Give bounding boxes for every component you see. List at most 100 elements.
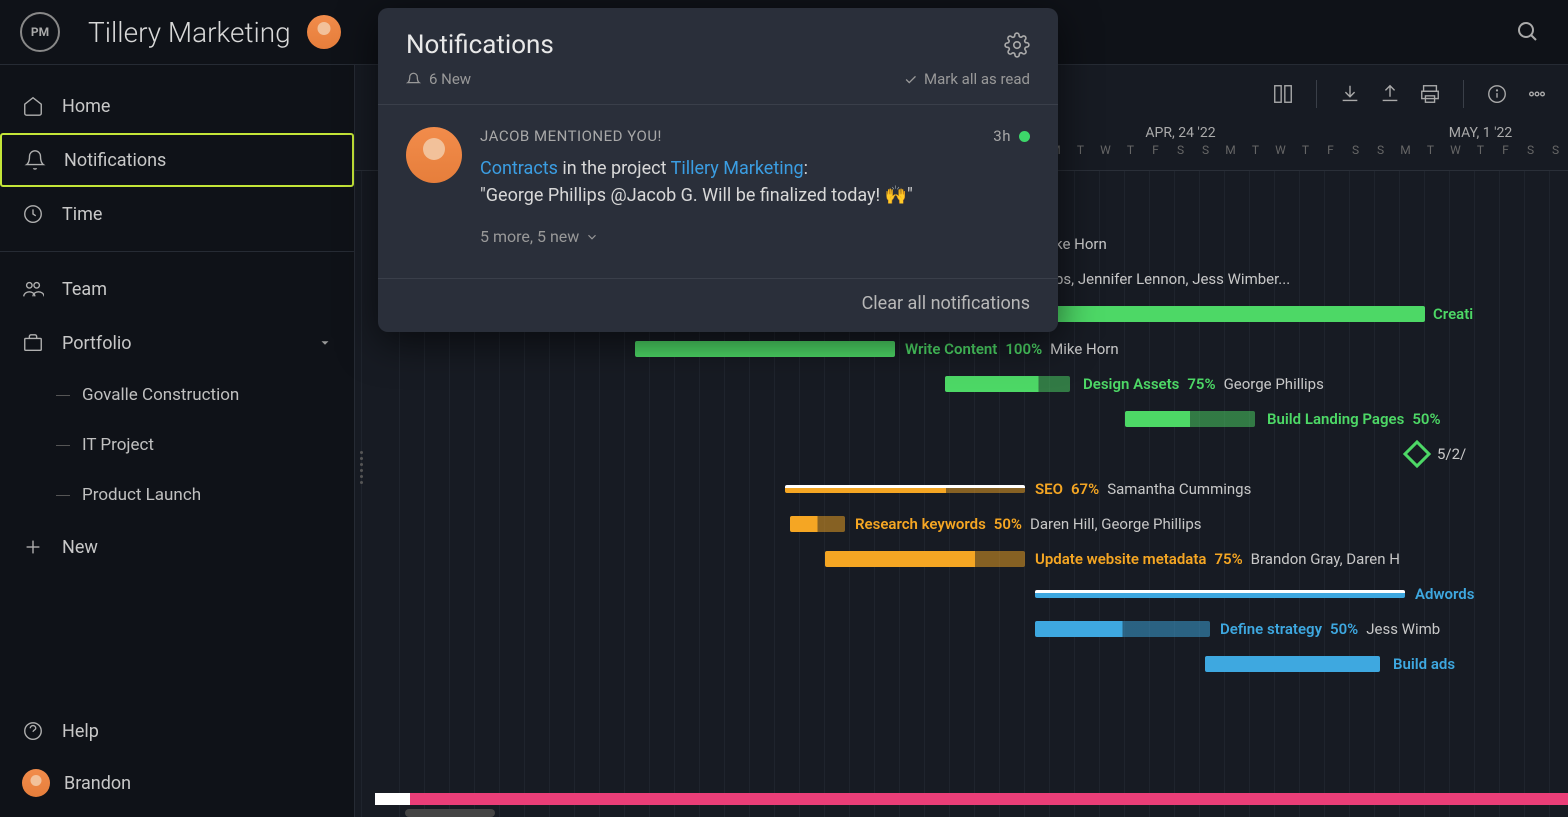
search-icon[interactable] (1516, 20, 1540, 48)
task-label: Research keywords50%Daren Hill, George P… (855, 515, 1201, 533)
chevron-down-icon (585, 230, 599, 244)
sidebar-item-new[interactable]: New (0, 520, 354, 574)
gantt-bar[interactable] (1125, 411, 1255, 427)
unread-dot-icon (1019, 131, 1030, 142)
gantt-bar[interactable] (790, 516, 845, 532)
task-label: Build ads (1393, 655, 1455, 673)
gantt-row: Build ads (375, 646, 1568, 681)
task-label: Define strategy50%Jess Wimb (1220, 620, 1440, 638)
gantt-row: Update website metadata75%Brandon Gray, … (375, 541, 1568, 576)
clear-all-notifications[interactable]: Clear all notifications (406, 279, 1030, 314)
portfolio-sub-product[interactable]: Product Launch (0, 470, 354, 520)
sidebar-label: Home (62, 96, 110, 117)
gantt-row: Design Assets75%George Phillips (375, 366, 1568, 401)
team-icon (22, 278, 44, 300)
gantt-bar[interactable] (1035, 621, 1210, 637)
notification-time: 3h (993, 127, 1011, 145)
gantt-row: SEO67%Samantha Cummings (375, 471, 1568, 506)
gantt-bar[interactable] (1055, 306, 1425, 322)
project-title: Tillery Marketing (88, 16, 291, 49)
day-header: T (1118, 143, 1143, 157)
portfolio-sub-it[interactable]: IT Project (0, 420, 354, 470)
notification-heading: JACOB MENTIONED YOU! (480, 127, 662, 145)
help-icon (22, 720, 44, 742)
gantt-bar[interactable] (1205, 656, 1380, 672)
link-project[interactable]: Tillery Marketing (671, 158, 804, 179)
mark-all-read[interactable]: Mark all as read (903, 70, 1030, 88)
task-label: SEO67%Samantha Cummings (1035, 480, 1251, 498)
portfolio-sub-govalle[interactable]: Govalle Construction (0, 370, 354, 420)
day-header: F (1318, 143, 1343, 157)
notification-avatar (406, 127, 462, 183)
info-icon[interactable] (1486, 83, 1508, 105)
gantt-row: Define strategy50%Jess Wimb (375, 611, 1568, 646)
task-label: Design Assets75%George Phillips (1083, 375, 1324, 393)
link-contracts[interactable]: Contracts (480, 158, 558, 179)
sidebar-label: Brandon (64, 773, 131, 794)
print-icon[interactable] (1419, 83, 1441, 105)
task-label: ke Horn (1055, 235, 1107, 253)
gantt-bar[interactable] (825, 551, 1025, 567)
sidebar-label: Time (62, 204, 102, 225)
day-header: W (1443, 143, 1468, 157)
sidebar-item-user[interactable]: Brandon (0, 757, 354, 809)
day-header: T (1068, 143, 1093, 157)
bell-icon (24, 149, 46, 171)
sidebar-item-portfolio[interactable]: Portfolio (0, 316, 354, 370)
day-header: M (1393, 143, 1418, 157)
gantt-bar[interactable] (785, 485, 1025, 493)
day-header: W (1268, 143, 1293, 157)
gear-icon[interactable] (1004, 32, 1030, 58)
gantt-row: Adwords (375, 576, 1568, 611)
task-label: Update website metadata75%Brandon Gray, … (1035, 550, 1400, 568)
day-header: S (1543, 143, 1568, 157)
sidebar-item-notifications[interactable]: Notifications (0, 133, 354, 187)
sidebar-label: Notifications (64, 150, 166, 171)
sidebar-label: Portfolio (62, 333, 131, 354)
day-header: S (1343, 143, 1368, 157)
sidebar-item-help[interactable]: Help (0, 705, 354, 757)
upload-icon[interactable] (1379, 83, 1401, 105)
gantt-bar[interactable] (1035, 590, 1405, 598)
day-header: T (1468, 143, 1493, 157)
chevron-down-icon (318, 336, 332, 350)
clock-icon (22, 203, 44, 225)
gantt-bar[interactable] (945, 376, 1070, 392)
sidebar-item-time[interactable]: Time (0, 187, 354, 241)
user-avatar-icon (22, 769, 50, 797)
gantt-bar[interactable] (635, 341, 895, 357)
new-count: 6 New (429, 70, 471, 88)
day-header: S (1193, 143, 1218, 157)
day-header: F (1143, 143, 1168, 157)
sidebar-item-team[interactable]: Team (0, 262, 354, 316)
logo[interactable]: PM (20, 12, 60, 52)
briefcase-icon (22, 332, 44, 354)
milestone-icon[interactable] (1403, 439, 1431, 467)
notification-more[interactable]: 5 more, 5 new (480, 227, 1030, 246)
notification-body: Contracts in the project Tillery Marketi… (480, 155, 1030, 209)
task-label: Adwords (1415, 585, 1474, 603)
notification-item[interactable]: JACOB MENTIONED YOU! 3h Contracts in the… (406, 105, 1030, 262)
download-icon[interactable] (1339, 83, 1361, 105)
horizontal-scrollbar[interactable] (405, 809, 495, 817)
task-label: Write Content100%Mike Horn (905, 340, 1119, 358)
more-icon[interactable] (1526, 83, 1548, 105)
gantt-row: Research keywords50%Daren Hill, George P… (375, 506, 1568, 541)
progress-indicator (375, 793, 1568, 805)
plus-icon (22, 536, 44, 558)
check-icon (903, 72, 918, 87)
notifications-popup: Notifications 6 New Mark all as read JAC… (378, 8, 1058, 332)
task-label: Creati (1433, 305, 1473, 323)
project-avatar[interactable] (307, 15, 341, 49)
sidebar-label: Help (62, 721, 99, 742)
day-header: S (1368, 143, 1393, 157)
task-label: ps, Jennifer Lennon, Jess Wimber... (1055, 270, 1290, 288)
sidebar-item-home[interactable]: Home (0, 79, 354, 133)
day-header: S (1518, 143, 1543, 157)
gantt-row: Build Landing Pages50% (375, 401, 1568, 436)
panel-grip[interactable] (355, 451, 367, 484)
month-label: MAY, 1 '22 (1393, 123, 1568, 143)
day-header: W (1093, 143, 1118, 157)
layout-icon[interactable] (1272, 83, 1294, 105)
notifications-title: Notifications (406, 30, 554, 60)
